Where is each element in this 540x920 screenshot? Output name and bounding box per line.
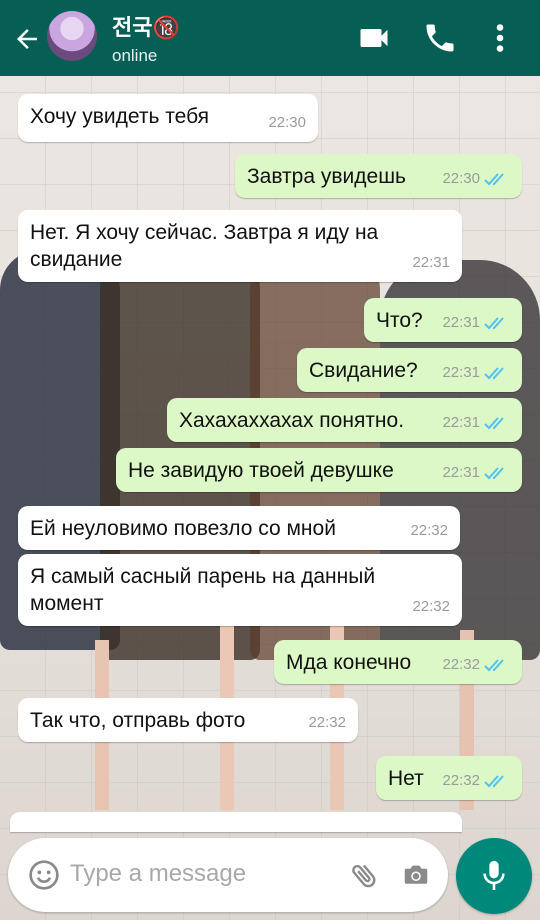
camera-icon[interactable]: [400, 860, 432, 890]
emoji-icon[interactable]: [28, 859, 60, 891]
message-text: Завтра увидешь: [247, 165, 406, 188]
read-receipt-icon: [484, 774, 504, 787]
phone-icon[interactable]: [422, 20, 458, 56]
mic-button[interactable]: [456, 838, 532, 914]
read-receipt-icon: [484, 316, 504, 329]
message-outgoing[interactable]: Завтра увидешь 22:30: [235, 154, 522, 198]
message-outgoing[interactable]: Не завидую твоей девушке 22:31: [116, 448, 522, 492]
read-receipt-icon: [484, 466, 504, 479]
message-time: 22:31: [442, 314, 480, 331]
message-outgoing[interactable]: Свидание? 22:31: [297, 348, 522, 392]
message-time: 22:31: [412, 254, 450, 271]
message-incoming-partial[interactable]: [10, 812, 462, 832]
read-receipt-icon: [484, 172, 504, 185]
message-time: 22:32: [308, 714, 346, 731]
message-text: Ей неуловимо повезло со мной: [30, 517, 336, 540]
message-time: 22:30: [442, 170, 480, 187]
contact-name[interactable]: 전국🔞: [112, 10, 180, 42]
message-text: Не завидую твоей девушке: [128, 459, 394, 482]
message-outgoing[interactable]: Нет 22:32: [376, 756, 522, 800]
message-incoming[interactable]: Нет. Я хочу сейчас. Завтра я иду на свид…: [18, 210, 462, 282]
message-time: 22:32: [412, 598, 450, 615]
attach-icon[interactable]: [348, 858, 380, 892]
message-text: Хочу увидеть тебя: [30, 105, 210, 128]
video-call-icon[interactable]: [356, 20, 392, 56]
message-time: 22:30: [268, 114, 306, 131]
message-outgoing[interactable]: Мда конечно 22:32: [274, 640, 522, 684]
message-time: 22:31: [442, 364, 480, 381]
message-outgoing[interactable]: Что? 22:31: [364, 298, 522, 342]
contact-status: online: [112, 46, 158, 65]
back-arrow-icon[interactable]: [12, 24, 42, 54]
mic-icon: [483, 860, 505, 890]
message-list[interactable]: Хочу увидеть тебя 22:30 Завтра увидешь 2…: [0, 76, 540, 832]
read-receipt-icon: [484, 658, 504, 671]
message-text: Нет. Я хочу сейчас. Завтра я иду на свид…: [30, 221, 379, 271]
message-text: Хахахаххахах понятно.: [179, 409, 405, 432]
message-text: Я самый сасный парень на данный момент: [30, 565, 376, 615]
more-vert-icon[interactable]: [488, 20, 512, 56]
message-text: Нет: [388, 767, 424, 790]
message-text: Так что, отправь фото: [30, 709, 246, 732]
message-incoming[interactable]: Хочу увидеть тебя 22:30: [18, 94, 318, 142]
read-receipt-icon: [484, 366, 504, 379]
message-time: 22:32: [442, 656, 480, 673]
message-outgoing[interactable]: Хахахаххахах понятно. 22:31: [167, 398, 522, 442]
message-time: 22:31: [442, 464, 480, 481]
message-time: 22:32: [442, 772, 480, 789]
message-text: Свидание?: [309, 359, 418, 382]
message-time: 22:32: [410, 522, 448, 539]
contact-avatar[interactable]: [47, 11, 97, 61]
message-composer: Type a message: [8, 838, 448, 912]
message-incoming[interactable]: Я самый сасный парень на данный момент 2…: [18, 554, 462, 626]
message-input[interactable]: Type a message: [70, 860, 246, 888]
chat-header: 전국🔞 online: [0, 0, 540, 76]
message-text: Что?: [376, 309, 423, 332]
message-incoming[interactable]: Ей неуловимо повезло со мной 22:32: [18, 506, 460, 550]
message-text: Мда конечно: [286, 651, 412, 674]
message-time: 22:31: [442, 414, 480, 431]
message-incoming[interactable]: Так что, отправь фото 22:32: [18, 698, 358, 742]
read-receipt-icon: [484, 416, 504, 429]
